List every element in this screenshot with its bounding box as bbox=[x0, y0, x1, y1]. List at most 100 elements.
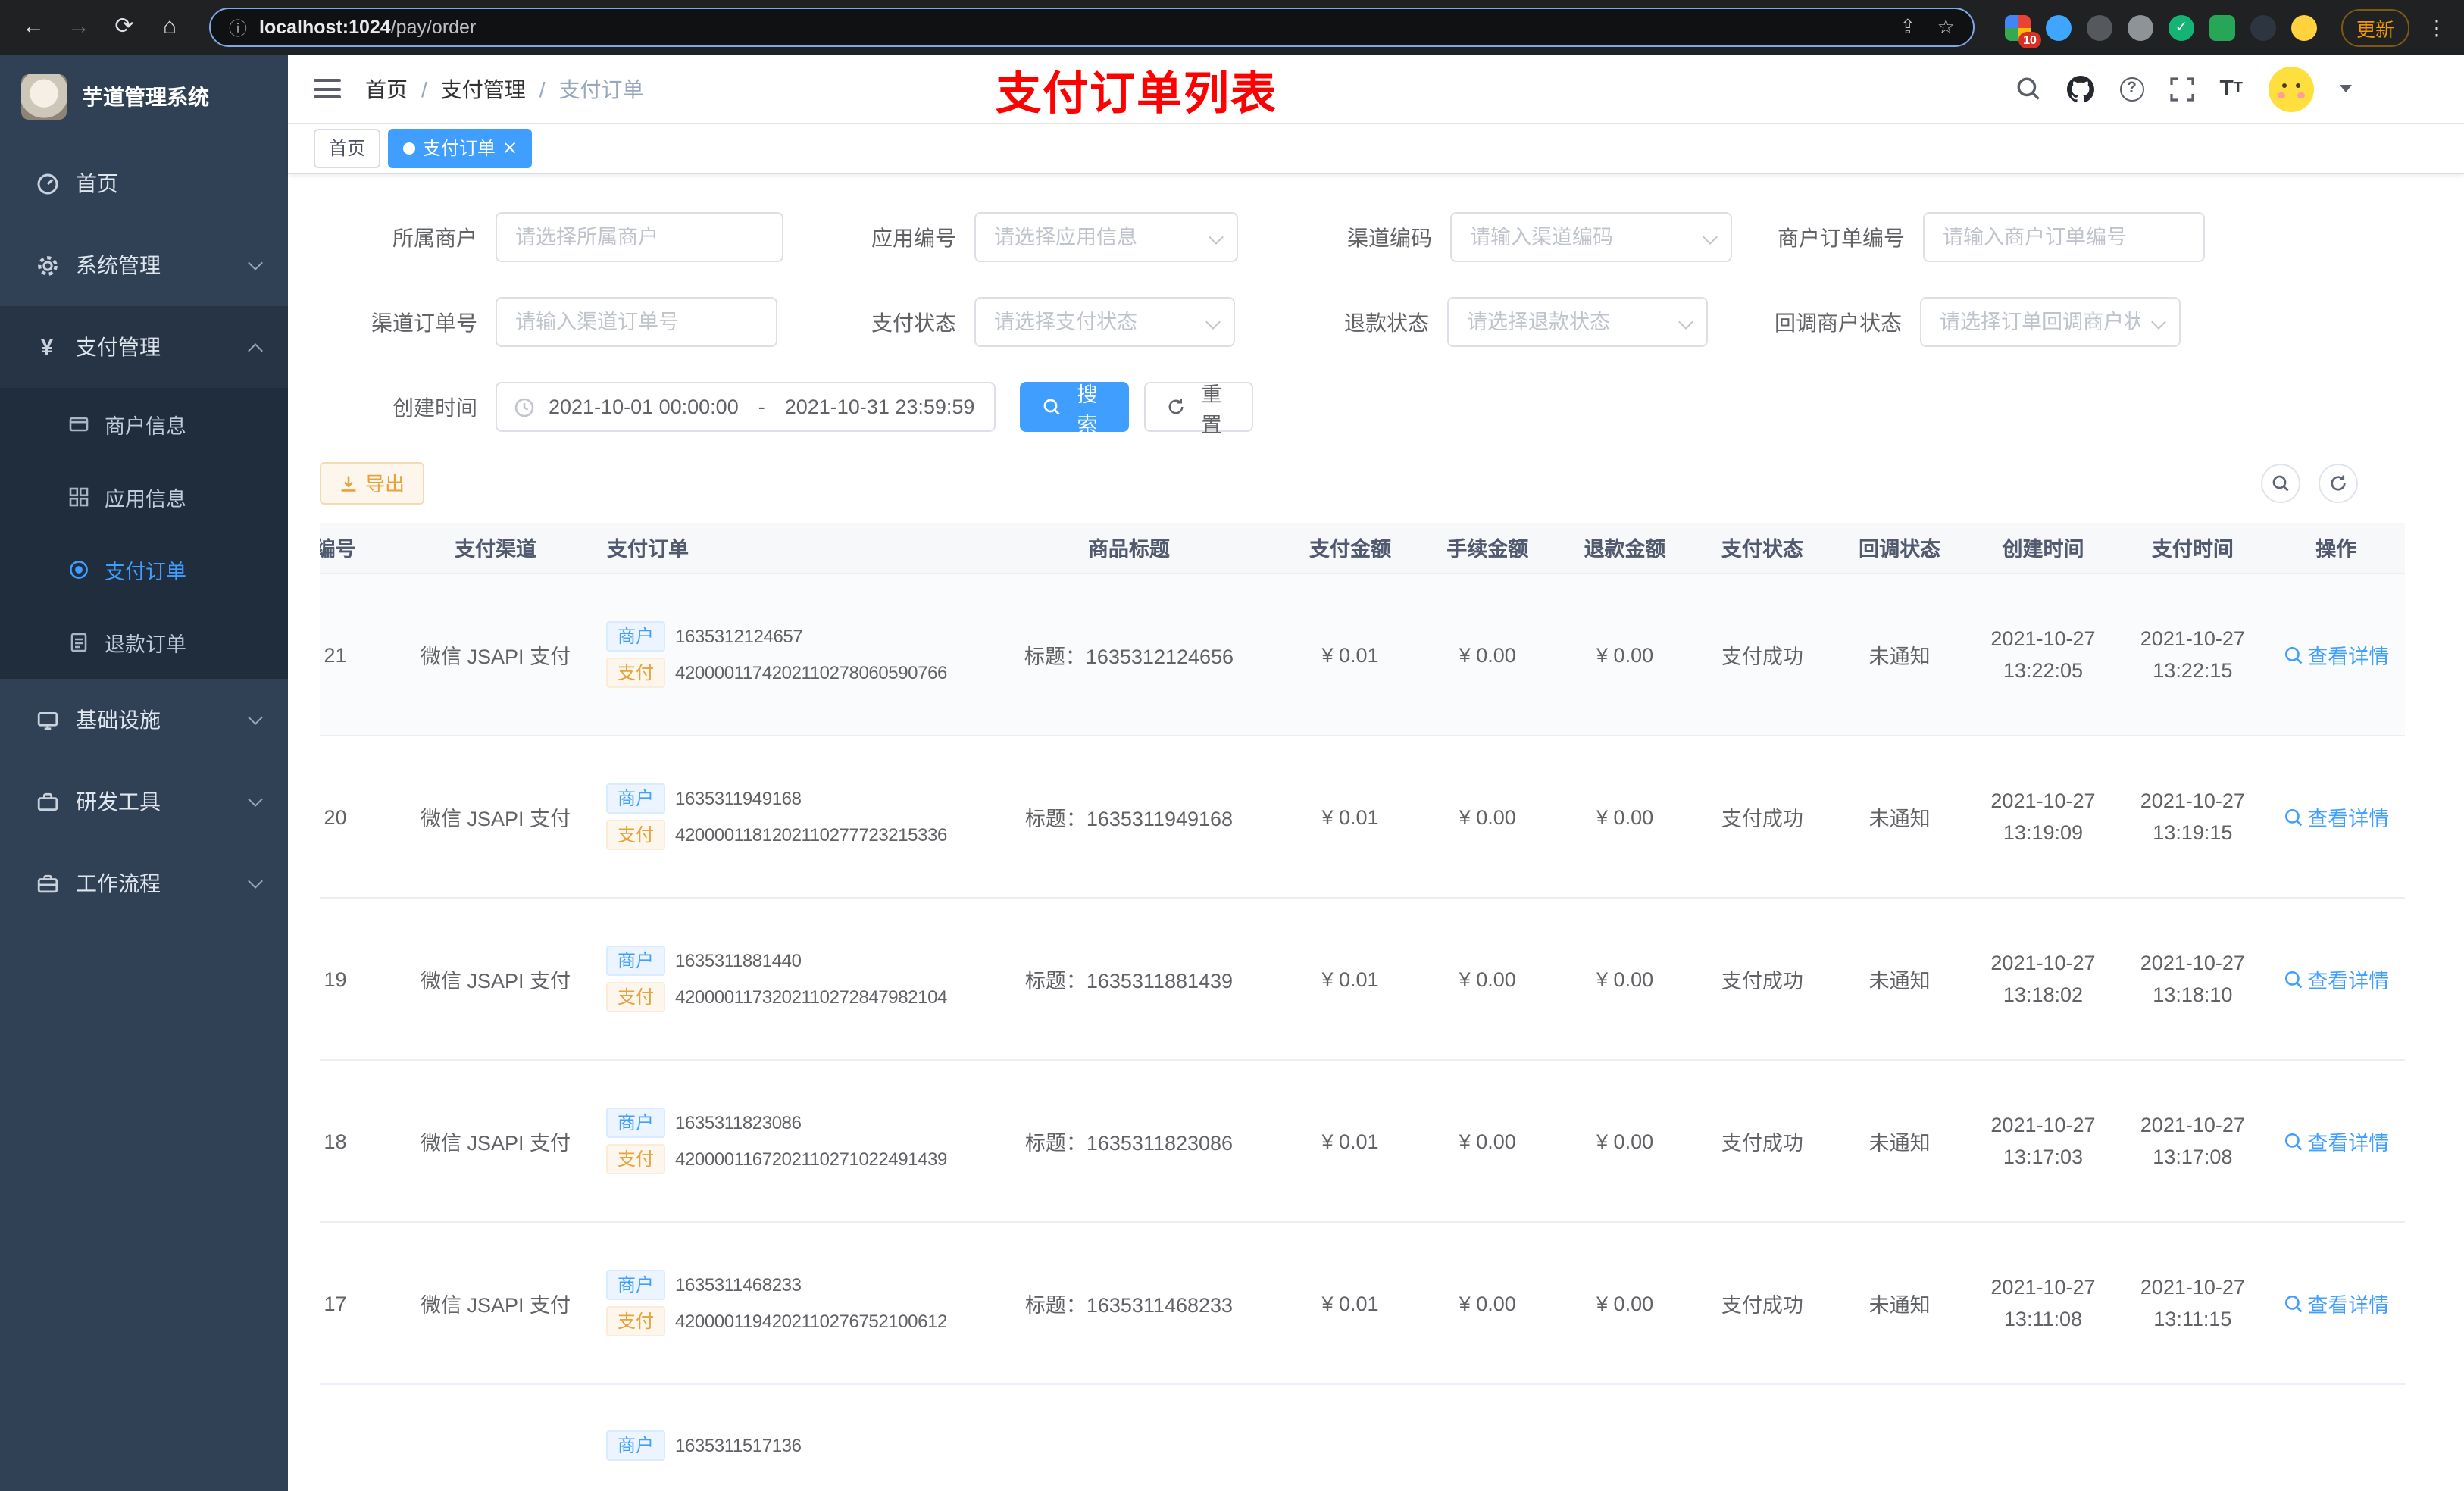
bank-card-icon bbox=[67, 414, 91, 435]
cell-notify-status: 未通知 bbox=[1831, 1060, 1968, 1224]
cell-notify-status: 未通知 bbox=[1831, 574, 1968, 737]
extension-icon[interactable]: ✓ bbox=[2168, 14, 2194, 40]
sidebar-item-workflow[interactable]: 工作流程 bbox=[0, 842, 288, 924]
notify-status-select[interactable] bbox=[1920, 297, 2181, 348]
sidebar-item-devtools[interactable]: 研发工具 bbox=[0, 761, 288, 842]
extension-icon[interactable] bbox=[2290, 14, 2317, 40]
export-button[interactable]: 导出 bbox=[320, 461, 425, 505]
github-icon[interactable] bbox=[2066, 75, 2094, 102]
home-icon[interactable]: ⌂ bbox=[152, 9, 188, 45]
cell-pay-status: 支付成功 bbox=[1693, 736, 1831, 899]
date-range-picker[interactable]: 2021-10-01 00:00:00 - 2021-10-31 23:59:5… bbox=[496, 382, 996, 433]
font-size-icon[interactable]: TT bbox=[2219, 76, 2243, 102]
fullscreen-icon[interactable] bbox=[2169, 77, 2194, 101]
view-detail-link[interactable]: 查看详情 bbox=[2283, 639, 2389, 670]
channel-order-no-input[interactable] bbox=[496, 297, 777, 348]
merchant-input[interactable] bbox=[496, 212, 783, 263]
pay-order-no: 4200001167202110271022491439 bbox=[675, 1149, 947, 1171]
reload-icon[interactable]: ⟳ bbox=[106, 9, 142, 45]
channel-code-select[interactable] bbox=[1450, 212, 1732, 263]
browser-menu-icon[interactable]: ⋮ bbox=[2425, 14, 2449, 40]
cell-refund: ¥ 0.00 bbox=[1556, 898, 1694, 1061]
extension-icon[interactable] bbox=[2127, 14, 2153, 40]
merchant-order-no-input[interactable] bbox=[1923, 212, 2205, 263]
close-icon[interactable] bbox=[503, 142, 517, 155]
tab-home[interactable]: 首页 bbox=[314, 128, 381, 168]
table-row: 17 微信 JSAPI 支付 商户 1635311468233 支付 42000… bbox=[320, 1222, 2405, 1386]
tab-pay-order[interactable]: 支付订单 bbox=[388, 128, 533, 168]
cell-notify-status: 未通知 bbox=[1831, 898, 1968, 1061]
view-detail-link[interactable]: 查看详情 bbox=[2283, 802, 2389, 832]
merchant-order-no: 1635311823086 bbox=[675, 1112, 802, 1134]
sidebar-item-home[interactable]: 首页 bbox=[0, 142, 288, 224]
avatar-caret-icon[interactable] bbox=[2340, 85, 2352, 93]
back-icon[interactable]: ← bbox=[15, 9, 52, 45]
view-detail-link[interactable]: 查看详情 bbox=[2283, 964, 2389, 994]
toggle-search-icon[interactable] bbox=[2261, 463, 2300, 503]
cell-actions: 查看详情 bbox=[2267, 574, 2405, 737]
cell-id: 19 bbox=[320, 898, 397, 1061]
cell-notify-status: 未通知 bbox=[1831, 736, 1968, 899]
sidebar-item-payment[interactable]: ¥ 支付管理 bbox=[0, 306, 288, 388]
cell-create-time: 2021-10-27 13:19:09 bbox=[1968, 736, 2118, 899]
cell-id: 21 bbox=[320, 574, 397, 737]
extension-icon[interactable] bbox=[2086, 14, 2112, 40]
filter-group-merchant-order-no: 商户订单编号 bbox=[1778, 212, 2205, 263]
address-bar[interactable]: ⓘ localhost:1024/pay/order ⇪ ☆ bbox=[209, 8, 1975, 47]
sidebar-item-system[interactable]: 系统管理 bbox=[0, 224, 288, 306]
page-content: 所属商户 应用编号 渠道编码 商户订单编号 bbox=[288, 173, 2464, 1491]
bookmark-star-icon[interactable]: ☆ bbox=[1937, 15, 1955, 39]
cell-actions: 查看详情 bbox=[2267, 736, 2405, 899]
help-icon[interactable]: ? bbox=[2119, 77, 2144, 102]
date-end: 2021-10-31 23:59:59 bbox=[784, 395, 975, 419]
breadcrumb-home[interactable]: 首页 bbox=[365, 73, 408, 104]
site-info-icon[interactable]: ⓘ bbox=[229, 14, 247, 40]
refund-status-select[interactable] bbox=[1447, 297, 1708, 348]
filter-row-2: 渠道订单号 支付状态 退款状态 回调商户状态 bbox=[320, 280, 2434, 364]
cell-channel: 微信 JSAPI 支付 bbox=[396, 1060, 595, 1224]
breadcrumb-payment[interactable]: 支付管理 bbox=[441, 73, 526, 104]
filter-group-create-time: 创建时间 2021-10-01 00:00:00 - 2021-10-31 23… bbox=[320, 382, 996, 433]
cell-fee: ¥ 0.00 bbox=[1418, 1222, 1556, 1386]
sidebar-item-refund-order[interactable]: 退款订单 bbox=[0, 606, 288, 679]
sidebar-item-infra[interactable]: 基础设施 bbox=[0, 679, 288, 761]
view-detail-link[interactable]: 查看详情 bbox=[2283, 1126, 2389, 1156]
cell-pay-status: 支付成功 bbox=[1693, 898, 1831, 1061]
table-toolbar: 导出 bbox=[320, 461, 2434, 505]
filter-group-app-no: 应用编号 bbox=[871, 212, 1238, 263]
sidebar-item-app-info[interactable]: 应用信息 bbox=[0, 461, 288, 533]
avatar[interactable] bbox=[2269, 66, 2314, 112]
pay-order-no: 4200001174202110278060590766 bbox=[675, 662, 947, 684]
search-icon[interactable] bbox=[2015, 76, 2040, 102]
payment-submenu: 商户信息 应用信息 支付订单 退款订单 bbox=[0, 388, 288, 679]
forward-icon[interactable]: → bbox=[61, 9, 97, 45]
app-window: ← → ⟳ ⌂ ⓘ localhost:1024/pay/order ⇪ ☆ 1… bbox=[0, 0, 2464, 1491]
reset-button[interactable]: 重置 bbox=[1144, 382, 1253, 436]
merchant-order-no: 1635311468233 bbox=[675, 1274, 802, 1296]
filter-row-1: 所属商户 应用编号 渠道编码 商户订单编号 bbox=[320, 195, 2434, 280]
pay-tag: 支付 bbox=[606, 1144, 664, 1175]
search-button[interactable]: 搜索 bbox=[1020, 382, 1129, 436]
collapse-sidebar-icon[interactable] bbox=[314, 79, 341, 99]
cell-channel: 微信 JSAPI 支付 bbox=[396, 574, 595, 737]
share-icon[interactable]: ⇪ bbox=[1900, 15, 1916, 39]
pay-status-select[interactable] bbox=[974, 297, 1235, 348]
sidebar-item-pay-order[interactable]: 支付订单 bbox=[0, 533, 288, 606]
cell-pay-order: 商户 1635311468233 支付 42000011942021102767… bbox=[594, 1222, 977, 1386]
cell-channel: 微信 JSAPI 支付 bbox=[396, 736, 595, 899]
extension-icon[interactable] bbox=[2045, 14, 2072, 40]
app-no-select[interactable] bbox=[974, 212, 1238, 263]
cell-title: 标题：1635311881439 bbox=[976, 898, 1282, 1061]
view-detail-link[interactable]: 查看详情 bbox=[2283, 1288, 2389, 1318]
sidebar-item-merchant-info[interactable]: 商户信息 bbox=[0, 388, 288, 461]
extension-icon[interactable] bbox=[2209, 14, 2235, 40]
col-fee: 手续金额 bbox=[1418, 522, 1556, 575]
chrome-update-button[interactable]: 更新 bbox=[2340, 8, 2409, 46]
refresh-icon[interactable] bbox=[2319, 463, 2358, 503]
sidebar: 芋道管理系统 首页 系统管理 ¥ 支付管理 商户信息 应用信息 支付订单 退款订… bbox=[0, 55, 288, 1491]
merchant-order-no: 1635311881440 bbox=[675, 950, 802, 972]
table-header-row: 编号 支付渠道 支付订单 商品标题 支付金额 手续金额 退款金额 支付状态 回调… bbox=[320, 522, 2405, 575]
url-text: localhost:1024/pay/order bbox=[259, 17, 477, 38]
extensions-puzzle-icon[interactable]: 10 bbox=[2004, 14, 2041, 48]
extension-icon[interactable] bbox=[2250, 14, 2276, 40]
